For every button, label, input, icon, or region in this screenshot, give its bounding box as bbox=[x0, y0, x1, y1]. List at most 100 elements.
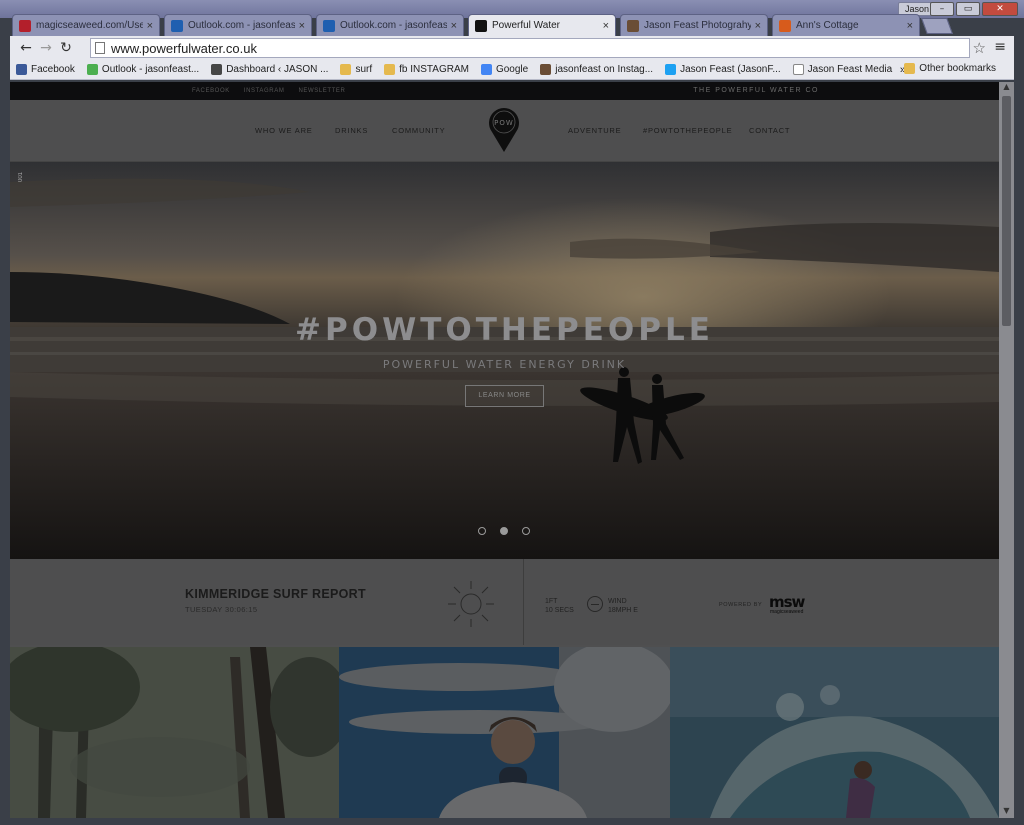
sun-icon bbox=[448, 581, 494, 627]
cottage-icon bbox=[779, 19, 791, 32]
other-bookmarks-label: Other bookmarks bbox=[919, 63, 996, 74]
site-top-strip: FACEBOOK INSTAGRAM NEWSLETTER THE POWERF… bbox=[10, 82, 999, 100]
map-pin-icon bbox=[475, 19, 487, 32]
newsletter-link[interactable]: NEWSLETTER bbox=[298, 88, 345, 94]
folder-icon bbox=[904, 63, 916, 74]
slide-number: 001 bbox=[18, 172, 24, 183]
bookmark-label: Dashboard ‹ JASON ... bbox=[226, 64, 329, 75]
slider-dots bbox=[478, 527, 530, 535]
bookmark-star-icon[interactable]: ☆ bbox=[973, 39, 986, 57]
nav-community[interactable]: COMMUNITY bbox=[392, 126, 445, 135]
bookmark-item[interactable]: surf bbox=[340, 64, 372, 75]
gallery-forest-photo[interactable] bbox=[10, 647, 339, 818]
browser-tab[interactable]: Outlook.com - jasonfeast × bbox=[164, 14, 312, 36]
back-button[interactable]: ← bbox=[16, 40, 36, 56]
slider-dot[interactable] bbox=[478, 527, 486, 535]
reload-button[interactable]: ↻ bbox=[56, 40, 76, 56]
bookmark-label: surf bbox=[355, 64, 373, 75]
nav-drinks[interactable]: DRINKS bbox=[335, 126, 368, 135]
forward-button[interactable]: → bbox=[36, 40, 56, 56]
slider-dot[interactable] bbox=[522, 527, 530, 535]
folder-icon bbox=[340, 64, 352, 75]
wind-direction-icon bbox=[587, 596, 603, 612]
maximize-button[interactable]: ▭ bbox=[956, 2, 980, 16]
close-tab-icon[interactable]: × bbox=[603, 20, 609, 32]
pow-logo[interactable]: POW bbox=[488, 106, 520, 152]
swell-period: 10 SECS bbox=[545, 607, 574, 614]
wordpress-icon bbox=[211, 64, 223, 75]
close-tab-icon[interactable]: × bbox=[755, 20, 761, 32]
close-window-button[interactable]: ✕ bbox=[982, 2, 1018, 16]
bookmark-item[interactable]: Jason Feast Media bbox=[792, 64, 892, 75]
surf-report-date: TUESDAY 30:06:15 bbox=[185, 605, 258, 614]
bookmark-label: jasonfeast on Instag... bbox=[555, 64, 654, 75]
photo-gallery bbox=[10, 647, 999, 818]
tab-label: Ann's Cottage bbox=[796, 20, 859, 31]
facebook-link[interactable]: FACEBOOK bbox=[192, 88, 230, 94]
close-tab-icon[interactable]: × bbox=[147, 20, 153, 32]
bookmark-label: Google bbox=[495, 64, 529, 75]
web-page: FACEBOOK INSTAGRAM NEWSLETTER THE POWERF… bbox=[10, 82, 999, 818]
tab-label: Outlook.com - jasonfeast bbox=[340, 20, 447, 31]
browser-tab[interactable]: Powerful Water × bbox=[468, 14, 616, 36]
logo-text: POW bbox=[494, 119, 514, 127]
wind-label: WIND bbox=[608, 598, 627, 605]
outlook-icon bbox=[323, 19, 335, 32]
browser-tab[interactable]: Outlook.com - jasonfeast × bbox=[316, 14, 464, 36]
browser-toolbar: ← → ↻ www.powerfulwater.co.uk ☆ ≡ bbox=[10, 36, 1014, 60]
scroll-up-arrow[interactable]: ▲ bbox=[999, 82, 1014, 94]
learn-more-button[interactable]: LEARN MORE bbox=[465, 385, 544, 407]
browser-tab[interactable]: Ann's Cottage × bbox=[772, 14, 920, 36]
close-tab-icon[interactable]: × bbox=[299, 20, 305, 32]
bookmark-item[interactable]: Google bbox=[480, 64, 529, 75]
instagram-link[interactable]: INSTAGRAM bbox=[244, 88, 285, 94]
instagram-icon bbox=[627, 19, 639, 32]
hero-subtitle: POWERFUL WATER ENERGY DRINK bbox=[382, 358, 627, 371]
nav-adventure[interactable]: ADVENTURE bbox=[568, 126, 621, 135]
address-bar[interactable]: www.powerfulwater.co.uk bbox=[90, 38, 970, 58]
bookmark-item[interactable]: Dashboard ‹ JASON ... bbox=[211, 64, 328, 75]
other-bookmarks[interactable]: Other bookmarks bbox=[904, 63, 996, 74]
nav-who-we-are[interactable]: WHO WE ARE bbox=[255, 126, 313, 135]
magicseaweed-icon bbox=[19, 19, 31, 32]
hero-slider: 001 #POWTOTHEPEOPLE POWERFUL WATER ENERG… bbox=[10, 162, 999, 559]
surf-divider bbox=[523, 559, 524, 645]
swell-height: 1FT bbox=[545, 598, 558, 605]
folder-icon bbox=[384, 64, 396, 75]
browser-tab[interactable]: magicseaweed.com/User × bbox=[12, 14, 160, 36]
slider-dot[interactable] bbox=[500, 527, 508, 535]
facebook-icon bbox=[16, 64, 27, 75]
page-scrollbar[interactable]: ▲ ▼ bbox=[999, 82, 1014, 818]
gallery-portrait-photo[interactable] bbox=[339, 647, 670, 818]
bookmark-label: Outlook - jasonfeast... bbox=[101, 64, 200, 75]
browser-tab[interactable]: Jason Feast Photograhy × bbox=[620, 14, 768, 36]
gallery-surfer-photo[interactable] bbox=[670, 647, 999, 818]
outlook-icon bbox=[171, 19, 183, 32]
nav-contact[interactable]: CONTACT bbox=[749, 126, 790, 135]
nav-powtothepeople[interactable]: #POWTOTHEPEOPLE bbox=[643, 126, 732, 135]
new-tab-button[interactable] bbox=[921, 18, 953, 34]
chrome-menu-button[interactable]: ≡ bbox=[994, 39, 1006, 55]
tab-label: magicseaweed.com/User bbox=[36, 20, 143, 31]
google-icon bbox=[480, 64, 492, 75]
bookmarks-bar: Facebook Outlook - jasonfeast... Dashboard… bbox=[10, 60, 1014, 80]
surf-report-title: KIMMERIDGE SURF REPORT bbox=[185, 587, 366, 601]
bookmark-item[interactable]: Outlook - jasonfeast... bbox=[86, 64, 200, 75]
tab-label: Jason Feast Photograhy bbox=[644, 20, 751, 31]
instagram-icon bbox=[540, 64, 552, 75]
close-tab-icon[interactable]: × bbox=[451, 20, 457, 32]
url-text: www.powerfulwater.co.uk bbox=[111, 40, 257, 56]
scroll-down-arrow[interactable]: ▼ bbox=[999, 806, 1014, 818]
scroll-thumb[interactable] bbox=[1002, 96, 1011, 326]
bookmark-label: fb INSTAGRAM bbox=[399, 64, 469, 75]
bookmark-item[interactable]: Jason Feast (JasonF... bbox=[665, 64, 781, 75]
bookmark-item[interactable]: fb INSTAGRAM bbox=[384, 64, 469, 75]
bookmark-label: Jason Feast (JasonF... bbox=[680, 64, 781, 75]
bookmark-item[interactable]: jasonfeast on Instag... bbox=[540, 64, 653, 75]
close-tab-icon[interactable]: × bbox=[907, 20, 913, 32]
surf-report: KIMMERIDGE SURF REPORT TUESDAY 30:06:15 … bbox=[10, 559, 999, 645]
bookmark-item[interactable]: Facebook bbox=[16, 64, 75, 75]
powered-by-label: POWERED BY bbox=[719, 602, 763, 608]
page-icon bbox=[792, 64, 804, 75]
twitter-icon bbox=[665, 64, 677, 75]
